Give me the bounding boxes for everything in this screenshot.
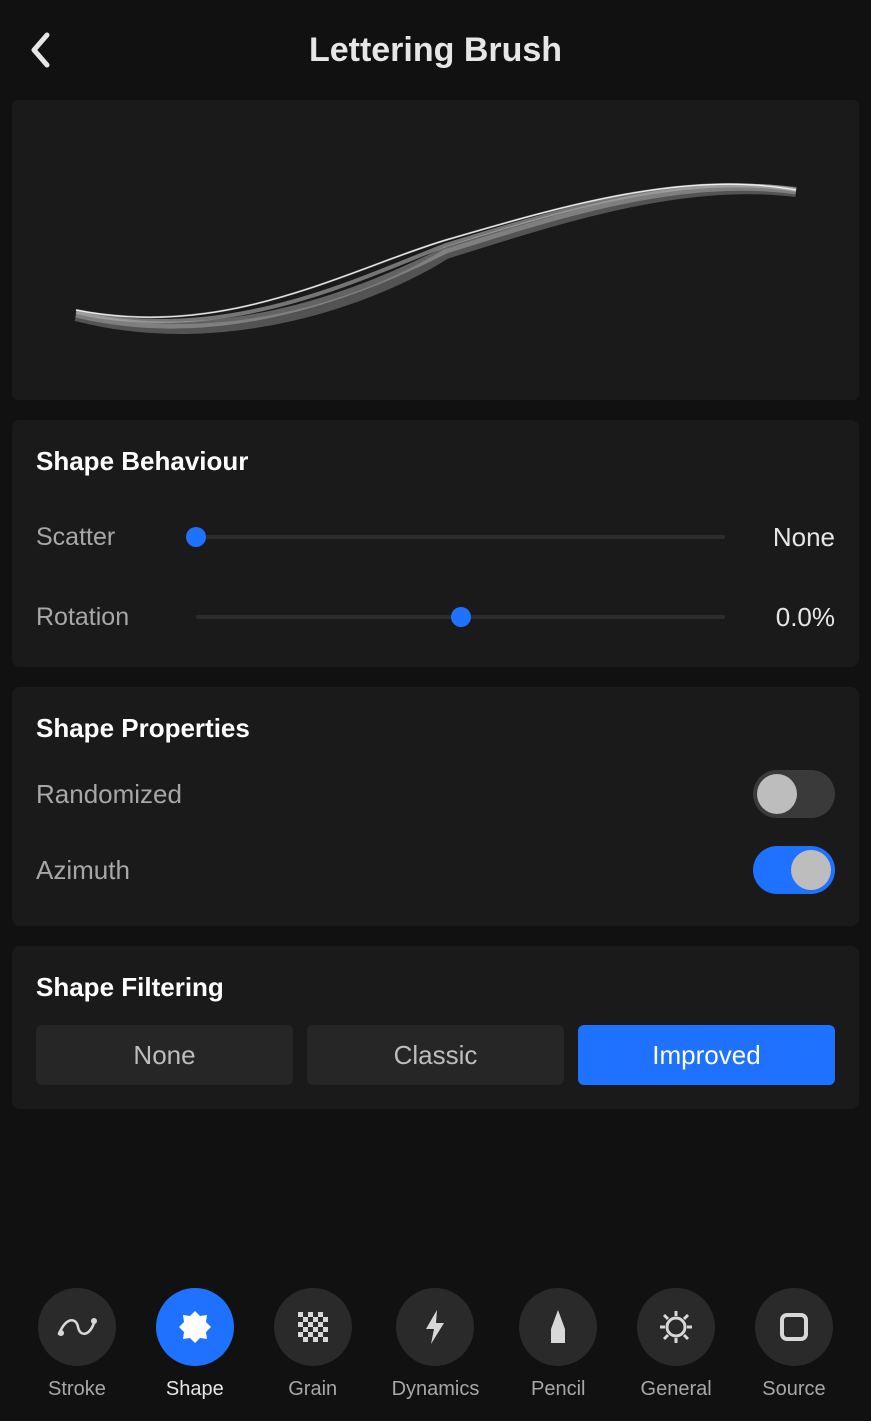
tab-source-label: Source <box>762 1378 825 1401</box>
azimuth-toggle[interactable] <box>753 846 835 894</box>
tab-general[interactable]: General <box>637 1288 715 1401</box>
filtering-option-none[interactable]: None <box>36 1025 293 1085</box>
rotation-row: Rotation 0.0% <box>36 597 835 637</box>
tab-bar: Stroke Shape Grain <box>0 1288 871 1401</box>
tab-grain[interactable]: Grain <box>274 1288 352 1401</box>
scatter-value: None <box>735 522 835 553</box>
page-title: Lettering Brush <box>20 31 851 70</box>
tab-pencil[interactable]: Pencil <box>519 1288 597 1401</box>
general-icon <box>657 1308 695 1346</box>
toggle-knob-icon <box>791 850 831 890</box>
rotation-label: Rotation <box>36 603 186 632</box>
brush-stroke-preview-icon <box>46 150 826 350</box>
filtering-segmented: None Classic Improved <box>36 1025 835 1085</box>
toggle-knob-icon <box>757 774 797 814</box>
tab-stroke-label: Stroke <box>48 1378 106 1401</box>
tab-shape[interactable]: Shape <box>156 1288 234 1401</box>
scatter-slider-thumb[interactable] <box>186 527 206 547</box>
rotation-slider-thumb[interactable] <box>451 607 471 627</box>
tab-source[interactable]: Source <box>755 1288 833 1401</box>
filtering-option-classic[interactable]: Classic <box>307 1025 564 1085</box>
randomized-label: Randomized <box>36 779 182 810</box>
pencil-icon <box>547 1307 569 1347</box>
tab-stroke[interactable]: Stroke <box>38 1288 116 1401</box>
azimuth-row: Azimuth <box>36 844 835 896</box>
filtering-option-improved[interactable]: Improved <box>578 1025 835 1085</box>
scatter-slider[interactable] <box>196 535 725 539</box>
tab-shape-label: Shape <box>166 1378 224 1401</box>
shape-properties-title: Shape Properties <box>36 713 835 744</box>
tab-dynamics[interactable]: Dynamics <box>392 1288 480 1401</box>
source-icon <box>777 1310 811 1344</box>
shape-filtering-panel: Shape Filtering None Classic Improved <box>12 946 859 1109</box>
tab-pencil-label: Pencil <box>531 1378 585 1401</box>
tab-dynamics-label: Dynamics <box>392 1378 480 1401</box>
shape-behaviour-title: Shape Behaviour <box>36 446 835 477</box>
rotation-slider[interactable] <box>196 615 725 619</box>
scatter-row: Scatter None <box>36 517 835 557</box>
brush-preview <box>12 100 859 400</box>
header: Lettering Brush <box>0 0 871 90</box>
shape-filtering-title: Shape Filtering <box>36 972 835 1003</box>
scatter-label: Scatter <box>36 523 186 552</box>
shape-behaviour-panel: Shape Behaviour Scatter None Rotation 0.… <box>12 420 859 667</box>
randomized-row: Randomized <box>36 768 835 820</box>
tab-general-label: General <box>641 1378 712 1401</box>
randomized-toggle[interactable] <box>753 770 835 818</box>
tab-grain-label: Grain <box>288 1378 337 1401</box>
dynamics-icon <box>420 1307 450 1347</box>
azimuth-label: Azimuth <box>36 855 130 886</box>
grain-icon <box>296 1310 330 1344</box>
shape-icon <box>175 1307 215 1347</box>
stroke-icon <box>56 1312 98 1342</box>
shape-properties-panel: Shape Properties Randomized Azimuth <box>12 687 859 926</box>
rotation-value: 0.0% <box>735 602 835 633</box>
